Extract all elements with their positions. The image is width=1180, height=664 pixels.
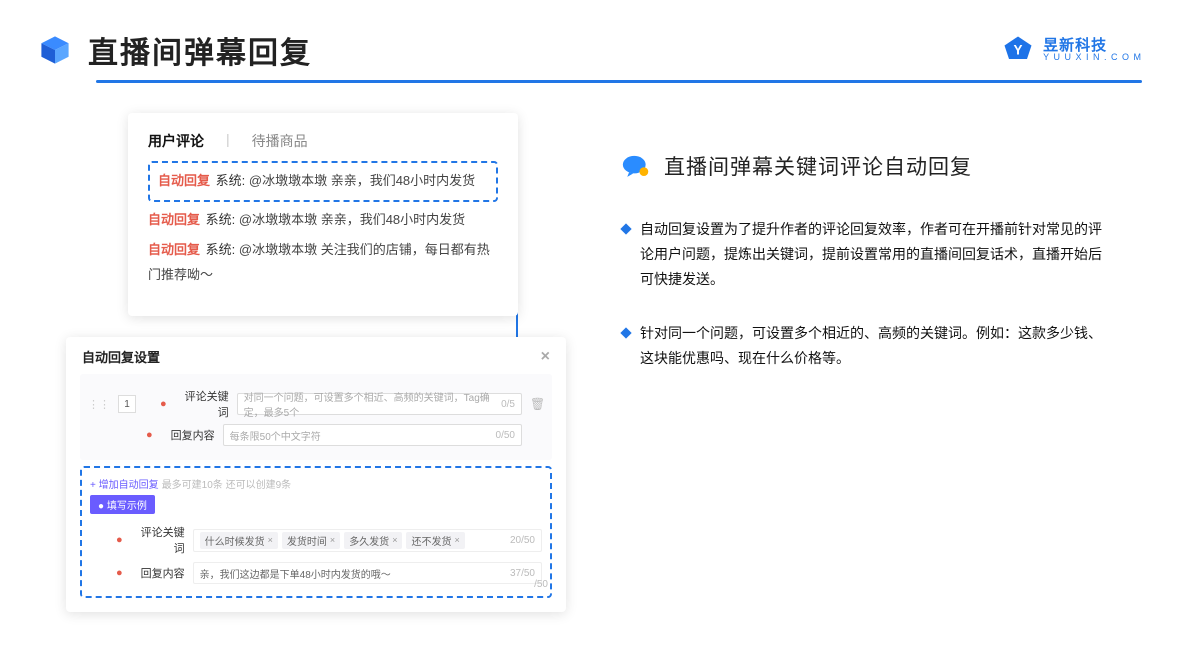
reply-label: 回复内容 [131,565,185,581]
required-dot: ● [116,534,123,546]
brand-text: 昱新科技 Y U U X I N . C O M [1043,38,1142,62]
add-auto-reply-link[interactable]: + 增加自动回复 [90,480,159,491]
section-title: 直播间弹幕关键词评论自动回复 [664,151,972,181]
required-dot: ● [160,398,167,410]
example-badge: ● 填写示例 [90,495,155,514]
keyword-row: ⋮⋮ 1 ● 评论关键词 对同一个问题，可设置多个相近、高频的关键词，Tag确定… [80,388,552,420]
bullet-text: 自动回复设置为了提升作者的评论回复效率，作者可在开播前针对常见的评论用户问题，提… [640,217,1112,293]
left-column: 用户评论 | 待播商品 自动回复 系统: @冰墩墩本墩 亲亲，我们48小时内发货… [38,113,538,399]
comment-row: 自动回复 系统: @冰墩墩本墩 亲亲，我们48小时内发货 [148,208,498,233]
tab-user-comments[interactable]: 用户评论 [148,131,204,151]
bullet-text: 针对同一个问题，可设置多个相近的、高频的关键词。例如：这款多少钱、这块能优惠吗、… [640,321,1112,371]
comment-card: 用户评论 | 待播商品 自动回复 系统: @冰墩墩本墩 亲亲，我们48小时内发货… [128,113,518,316]
required-dot: ● [146,429,153,441]
example-reply-input[interactable]: 亲，我们这边都是下单48小时内发货的哦～ 37/50 [193,562,542,584]
keyword-tag[interactable]: 什么时候发货× [200,532,278,549]
char-count: 37/50 [510,568,535,579]
system-label: 系统: [206,212,236,227]
auto-reply-badge: 自动回复 [148,242,200,257]
brand-icon: Y [1003,35,1033,65]
brand-cn: 昱新科技 [1043,38,1142,53]
svg-text:Y: Y [1014,43,1023,58]
tag-remove-icon: × [268,535,273,545]
system-label: 系统: [206,242,236,257]
keyword-tag[interactable]: 还不发货× [406,532,464,549]
cube-icon [38,33,72,67]
drag-handle-icon[interactable]: ⋮⋮ [88,398,110,411]
tab-pending-products[interactable]: 待播商品 [252,131,308,151]
tab-separator: | [226,131,230,151]
input-placeholder: 对同一个问题，可设置多个相近、高频的关键词，Tag确定，最多5个 [244,389,501,419]
bullet-item: 针对同一个问题，可设置多个相近的、高频的关键词。例如：这款多少钱、这块能优惠吗、… [622,321,1142,371]
settings-header: 自动回复设置 × [80,347,552,374]
settings-card: 自动回复设置 × ⋮⋮ 1 ● 评论关键词 对同一个问题，可设置多个相近、高频的… [66,337,566,612]
header-left: 直播间弹幕回复 [38,28,312,72]
section-title-row: 直播间弹幕关键词评论自动回复 [622,151,1142,181]
page-header: 直播间弹幕回复 Y 昱新科技 Y U U X I N . C O M [0,0,1180,72]
keyword-tag[interactable]: 发货时间× [282,532,340,549]
example-keyword-row: ● 评论关键词 什么时候发货× 发货时间× 多久发货× 还不发货× 20/50 [90,524,542,556]
char-count: 0/5 [501,399,515,410]
diamond-bullet-icon [620,327,631,338]
reply-input[interactable]: 每条限50个中文字符 0/50 [223,424,522,446]
comment-row: 自动回复 系统: @冰墩墩本墩 关注我们的店铺，每日都有热门推荐呦～ [148,238,498,287]
reply-row: ● 回复内容 每条限50个中文字符 0/50 [80,424,552,446]
example-reply-text: 亲，我们这边都是下单48小时内发货的哦～ [200,566,391,581]
close-icon[interactable]: × [541,348,550,366]
example-keyword-input[interactable]: 什么时候发货× 发货时间× 多久发货× 还不发货× 20/50 [193,529,542,552]
tag-remove-icon: × [330,535,335,545]
right-column: 直播间弹幕关键词评论自动回复 自动回复设置为了提升作者的评论回复效率，作者可在开… [578,113,1142,399]
add-row: + 增加自动回复 最多可建10条 还可以创建9条 [90,476,542,491]
char-count: 20/50 [510,535,535,546]
tag-remove-icon: × [454,535,459,545]
brand-block: Y 昱新科技 Y U U X I N . C O M [1003,35,1142,65]
outer-count: /50 [534,579,548,590]
char-count: 0/50 [496,430,515,441]
reply-label: 回复内容 [161,427,215,443]
example-section: + 增加自动回复 最多可建10条 还可以创建9条 ● 填写示例 ● 评论关键词 … [80,466,552,598]
comment-text: @冰墩墩本墩 亲亲，我们48小时内发货 [249,173,475,188]
main-content: 用户评论 | 待播商品 自动回复 系统: @冰墩墩本墩 亲亲，我们48小时内发货… [0,83,1180,399]
input-placeholder: 每条限50个中文字符 [230,428,321,443]
keyword-tag[interactable]: 多久发货× [344,532,402,549]
add-hint: 最多可建10条 还可以创建9条 [162,480,291,491]
system-label: 系统: [216,173,246,188]
tag-remove-icon: × [392,535,397,545]
diamond-bullet-icon [620,223,631,234]
comment-row: 自动回复 系统: @冰墩墩本墩 亲亲，我们48小时内发货 [158,169,488,194]
settings-panel: ⋮⋮ 1 ● 评论关键词 对同一个问题，可设置多个相近、高频的关键词，Tag确定… [80,374,552,460]
page-title: 直播间弹幕回复 [88,28,312,72]
rule-index: 1 [118,395,136,413]
settings-title: 自动回复设置 [82,347,160,366]
comment-text: @冰墩墩本墩 亲亲，我们48小时内发货 [239,212,465,227]
brand-en: Y U U X I N . C O M [1043,53,1142,62]
keyword-label: 评论关键词 [131,524,185,556]
bullet-item: 自动回复设置为了提升作者的评论回复效率，作者可在开播前针对常见的评论用户问题，提… [622,217,1142,293]
example-reply-row: ● 回复内容 亲，我们这边都是下单48小时内发货的哦～ 37/50 [90,562,542,584]
highlighted-comment: 自动回复 系统: @冰墩墩本墩 亲亲，我们48小时内发货 [148,161,498,202]
chat-bubble-icon [622,155,650,177]
keyword-input[interactable]: 对同一个问题，可设置多个相近、高频的关键词，Tag确定，最多5个 0/5 [237,393,522,415]
keyword-label: 评论关键词 [175,388,229,420]
required-dot: ● [116,567,123,579]
auto-reply-badge: 自动回复 [158,173,210,188]
comment-tabs: 用户评论 | 待播商品 [148,131,498,151]
delete-icon[interactable]: 🗑 [530,397,544,411]
auto-reply-badge: 自动回复 [148,212,200,227]
